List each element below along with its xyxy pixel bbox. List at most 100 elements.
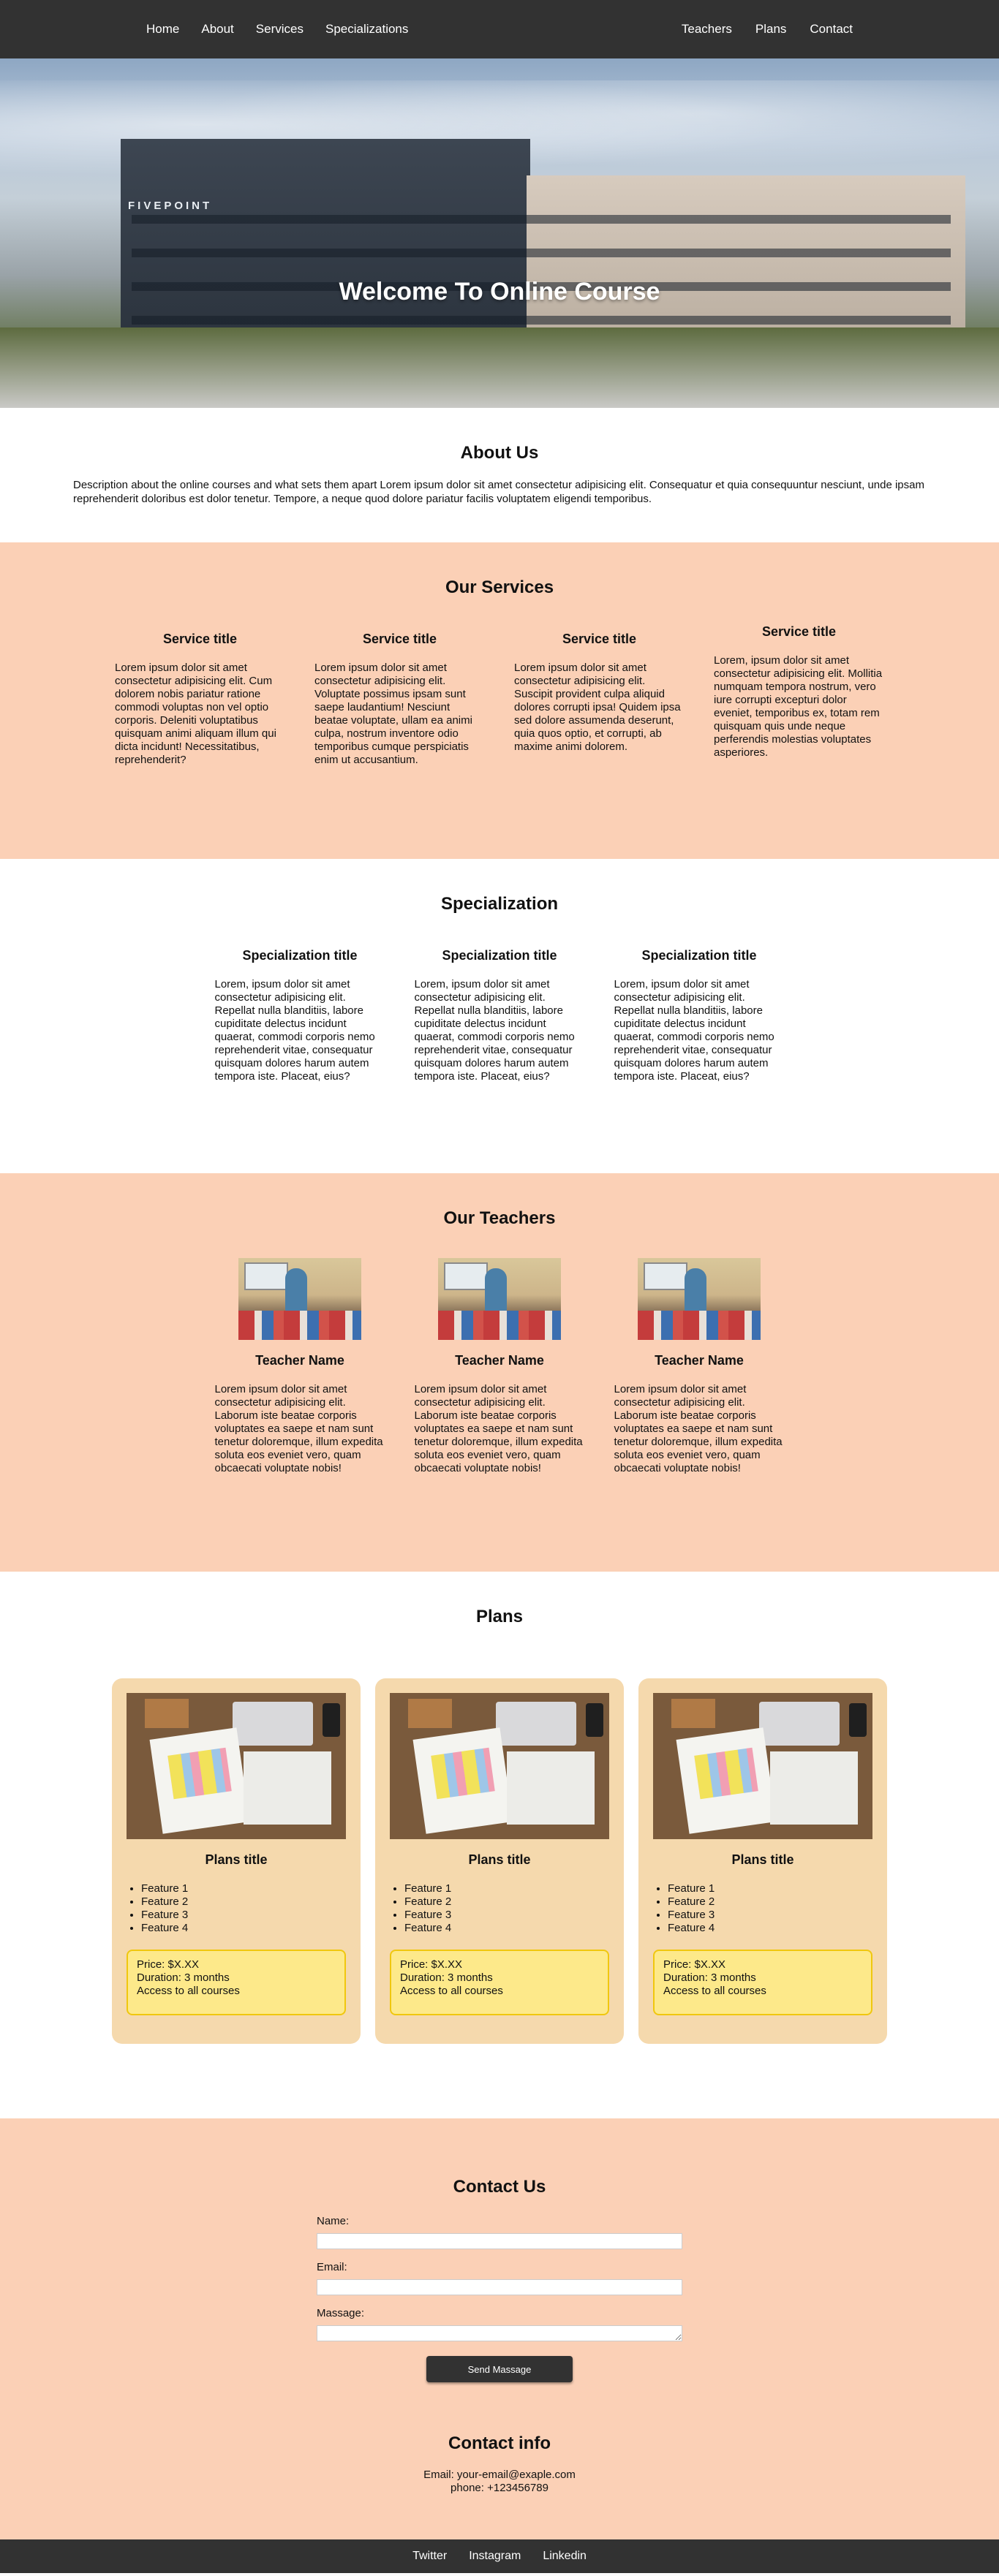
plan-price: Price: $X.XX	[137, 1958, 200, 1971]
hero-title: Welcome To Online Course	[339, 278, 660, 306]
footer: Twitter Instagram Linkedin	[0, 2539, 999, 2573]
teacher-photo	[238, 1258, 361, 1340]
specialization-item-text: Lorem, ipsum dolor sit amet consectetur …	[414, 978, 575, 1083]
about-section: About Us Description about the online co…	[0, 408, 999, 542]
teacher-text: Lorem ipsum dolor sit amet consectetur a…	[614, 1383, 783, 1474]
teacher-card: Teacher Name Lorem ipsum dolor sit amet …	[215, 1258, 385, 1475]
service-card: Service title Lorem, ipsum dolor sit ame…	[714, 624, 884, 767]
contact-form: Name: Email: Massage: Send Massage	[317, 2215, 682, 2382]
plan-image	[390, 1693, 609, 1839]
plan-access: Access to all courses	[137, 1985, 240, 1997]
contact-email: Email: your-email@exaple.com	[423, 2469, 576, 2481]
message-input[interactable]	[317, 2325, 682, 2341]
specialization-item-text: Lorem, ipsum dolor sit amet consectetur …	[214, 978, 375, 1083]
contact-phone: phone: +123456789	[451, 2482, 548, 2494]
specialization-card: Specialization title Lorem, ipsum dolor …	[215, 948, 385, 1083]
hero-building-sign: FIVEPOINT	[128, 200, 213, 212]
hero-banner: FIVEPOINT Welcome To Online Course	[0, 58, 999, 408]
plan-price: Price: $X.XX	[400, 1958, 463, 1971]
email-input[interactable]	[317, 2279, 682, 2295]
plan-price-box: Price: $X.XX Duration: 3 months Access t…	[127, 1950, 346, 2015]
specialization-item-text: Lorem, ipsum dolor sit amet consectetur …	[614, 978, 774, 1083]
plan-feature: Feature 2	[141, 1895, 346, 1909]
teacher-card: Teacher Name Lorem ipsum dolor sit amet …	[614, 1258, 785, 1475]
nav-about-link[interactable]: About	[201, 22, 233, 36]
services-section: Our Services Service title Lorem ipsum d…	[0, 542, 999, 859]
nav-home-link[interactable]: Home	[146, 22, 179, 36]
nav-right: Teachers Plans Contact	[682, 22, 853, 37]
plan-title: Plans title	[731, 1852, 794, 1867]
plan-card: Plans title Feature 1 Feature 2 Feature …	[375, 1678, 624, 2044]
service-text: Lorem, ipsum dolor sit amet consectetur …	[714, 654, 883, 759]
plan-access: Access to all courses	[663, 1985, 766, 1997]
plan-duration: Duration: 3 months	[663, 1971, 756, 1984]
about-title: About Us	[460, 443, 539, 463]
teacher-name: Teacher Name	[655, 1353, 744, 1368]
name-label: Name:	[317, 2215, 350, 2227]
plan-feature: Feature 4	[668, 1922, 872, 1935]
send-message-button[interactable]: Send Massage	[426, 2356, 573, 2382]
plan-duration: Duration: 3 months	[137, 1971, 230, 1984]
plan-price-box: Price: $X.XX Duration: 3 months Access t…	[653, 1950, 872, 2015]
footer-instagram-link[interactable]: Instagram	[469, 2550, 521, 2563]
service-text: Lorem ipsum dolor sit amet consectetur a…	[314, 662, 472, 766]
plan-title: Plans title	[205, 1852, 268, 1867]
nav-contact-link[interactable]: Contact	[810, 22, 853, 36]
plan-image	[127, 1693, 346, 1839]
plan-features: Feature 1 Feature 2 Feature 3 Feature 4	[384, 1882, 609, 1935]
email-label: Email:	[317, 2261, 347, 2273]
nav-services-link[interactable]: Services	[256, 22, 304, 36]
plan-price: Price: $X.XX	[663, 1958, 726, 1971]
teachers-section: Our Teachers Teacher Name Lorem ipsum do…	[0, 1173, 999, 1572]
plans-section: Plans Plans title Feature 1 Feature 2 Fe…	[0, 1572, 999, 2118]
service-title: Service title	[761, 624, 837, 639]
plan-price-box: Price: $X.XX Duration: 3 months Access t…	[390, 1950, 609, 2015]
plan-feature: Feature 1	[141, 1882, 346, 1895]
teachers-title: Our Teachers	[443, 1208, 556, 1228]
teacher-name: Teacher Name	[455, 1353, 544, 1368]
top-nav: Home About Services Specializations Teac…	[0, 0, 999, 58]
specialization-item-title: Specialization title	[242, 948, 358, 963]
contact-section: Contact Us Name: Email: Massage: Send Ma…	[0, 2118, 999, 2539]
plan-card: Plans title Feature 1 Feature 2 Feature …	[112, 1678, 361, 2044]
plan-feature: Feature 4	[141, 1922, 346, 1935]
service-text: Lorem ipsum dolor sit amet consectetur a…	[115, 662, 276, 766]
specialization-section: Specialization Specialization title Lore…	[0, 859, 999, 1173]
plan-image	[653, 1693, 872, 1839]
plan-feature: Feature 1	[404, 1882, 609, 1895]
footer-linkedin-link[interactable]: Linkedin	[543, 2550, 587, 2563]
service-card: Service title Lorem ipsum dolor sit amet…	[514, 632, 685, 767]
service-card: Service title Lorem ipsum dolor sit amet…	[314, 632, 485, 767]
specialization-card: Specialization title Lorem, ipsum dolor …	[415, 948, 585, 1083]
name-input[interactable]	[317, 2233, 682, 2249]
services-title: Our Services	[445, 577, 554, 597]
specialization-card: Specialization title Lorem, ipsum dolor …	[614, 948, 785, 1083]
contact-info: Contact info Email: your-email@exaple.co…	[0, 2433, 999, 2495]
service-text: Lorem ipsum dolor sit amet consectetur a…	[514, 662, 681, 753]
plan-feature: Feature 2	[668, 1895, 872, 1909]
contact-title: Contact Us	[453, 2177, 546, 2197]
teacher-text: Lorem ipsum dolor sit amet consectetur a…	[414, 1383, 583, 1474]
plan-title: Plans title	[468, 1852, 531, 1867]
plan-feature: Feature 3	[141, 1909, 346, 1922]
service-title: Service title	[562, 632, 637, 646]
service-title: Service title	[362, 632, 437, 646]
hero-ground	[0, 327, 999, 408]
about-text: Description about the online courses and…	[73, 479, 924, 505]
teacher-text: Lorem ipsum dolor sit amet consectetur a…	[214, 1383, 383, 1474]
plan-feature: Feature 3	[404, 1909, 609, 1922]
nav-plans-link[interactable]: Plans	[755, 22, 787, 36]
plans-title: Plans	[475, 1607, 524, 1626]
hero-building-windows	[132, 190, 951, 336]
plan-feature: Feature 1	[668, 1882, 872, 1895]
nav-teachers-link[interactable]: Teachers	[682, 22, 732, 36]
nav-specializations-link[interactable]: Specializations	[325, 22, 408, 36]
plan-feature: Feature 2	[404, 1895, 609, 1909]
footer-twitter-link[interactable]: Twitter	[412, 2550, 447, 2563]
teacher-card: Teacher Name Lorem ipsum dolor sit amet …	[415, 1258, 585, 1475]
specialization-title: Specialization	[440, 894, 559, 914]
service-card: Service title Lorem ipsum dolor sit amet…	[115, 632, 285, 767]
plan-access: Access to all courses	[400, 1985, 503, 1997]
teacher-photo	[438, 1258, 561, 1340]
specialization-item-title: Specialization title	[641, 948, 757, 963]
